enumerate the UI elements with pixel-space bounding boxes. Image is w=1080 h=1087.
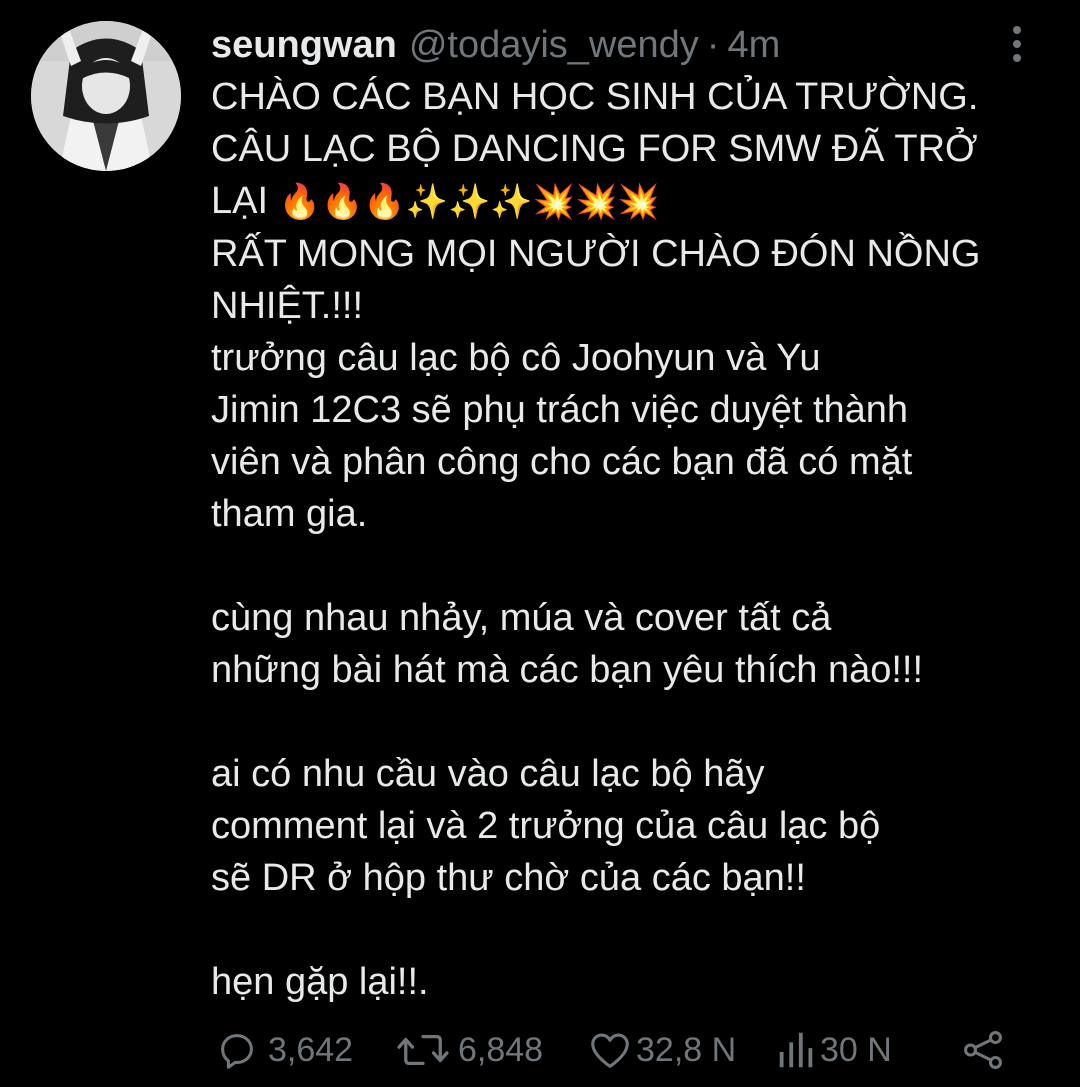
tweet-line: trưởng câu lạc bộ cô Joohyun và Yu	[211, 337, 821, 379]
tweet-line: cùng nhau nhảy, múa và cover tất cả	[211, 597, 832, 639]
tweet-line: comment lại và 2 trưởng của câu lạc bộ	[211, 805, 881, 847]
tweet-line: ai có nhu cầu vào câu lạc bộ hãy	[211, 753, 765, 795]
avatar[interactable]	[31, 21, 181, 171]
retweet-icon	[397, 1034, 449, 1066]
tweet-line: viên và phân công cho các bạn đã có mặt	[211, 441, 913, 483]
tweet-line: sẽ DR ở hộp thư chờ của các bạn!!	[211, 857, 806, 899]
header-separator: ·	[706, 24, 720, 66]
emoji-row: 🔥🔥🔥✨✨✨💥💥💥	[278, 183, 660, 221]
reply-icon	[221, 1034, 253, 1069]
view-count: 30 N	[820, 1030, 892, 1069]
like-button[interactable]: 32,8 N	[586, 1022, 736, 1078]
tweet-text: CHÀO CÁC BẠN HỌC SINH CỦA TRƯỜNG. CÂU LẠ…	[211, 71, 1056, 1008]
reply-button[interactable]: 3,642	[214, 1022, 353, 1078]
tweet-line: RẤT MONG MỌI NGƯỜI CHÀO ĐÓN NỒNG	[211, 233, 981, 275]
tweet-line: những bài hát mà các bạn yêu thích nào!!…	[211, 649, 924, 691]
tweet-line: LẠI	[211, 180, 269, 222]
more-vertical-icon	[1013, 26, 1021, 62]
tweet-line: tham gia.	[211, 493, 368, 535]
tweet-line: CÂU LẠC BỘ DANCING FOR SMW ĐÃ TRỞ	[211, 128, 978, 170]
retweet-count: 6,848	[458, 1030, 544, 1069]
tweet-line: hẹn gặp lại!!.	[211, 961, 429, 1003]
tweet-actions-bar: 3,642 6,848 32,8 N 30 N	[0, 1022, 1080, 1078]
retweet-button[interactable]: 6,848	[396, 1022, 543, 1078]
avatar-photo	[31, 21, 181, 171]
like-count: 32,8 N	[636, 1030, 737, 1069]
heart-icon	[591, 1033, 629, 1068]
display-name[interactable]: seungwan	[211, 20, 397, 70]
reply-count: 3,642	[268, 1030, 354, 1069]
more-options-button[interactable]	[1002, 22, 1032, 66]
share-button[interactable]	[960, 1022, 1006, 1078]
share-icon	[964, 1031, 1002, 1069]
tweet-header: seungwan @todayis_wendy · 4m	[211, 20, 780, 70]
tweet-line: NHIỆT.!!!	[211, 285, 364, 327]
user-handle[interactable]: @todayis_wendy	[409, 20, 699, 70]
tweet-timestamp[interactable]: 4m	[727, 20, 780, 70]
tweet-line: CHÀO CÁC BẠN HỌC SINH CỦA TRƯỜNG.	[211, 76, 979, 118]
views-icon	[779, 1032, 813, 1068]
tweet-line: Jimin 12C3 sẽ phụ trách việc duyệt thành	[211, 389, 909, 431]
views-button[interactable]: 30 N	[776, 1022, 892, 1078]
